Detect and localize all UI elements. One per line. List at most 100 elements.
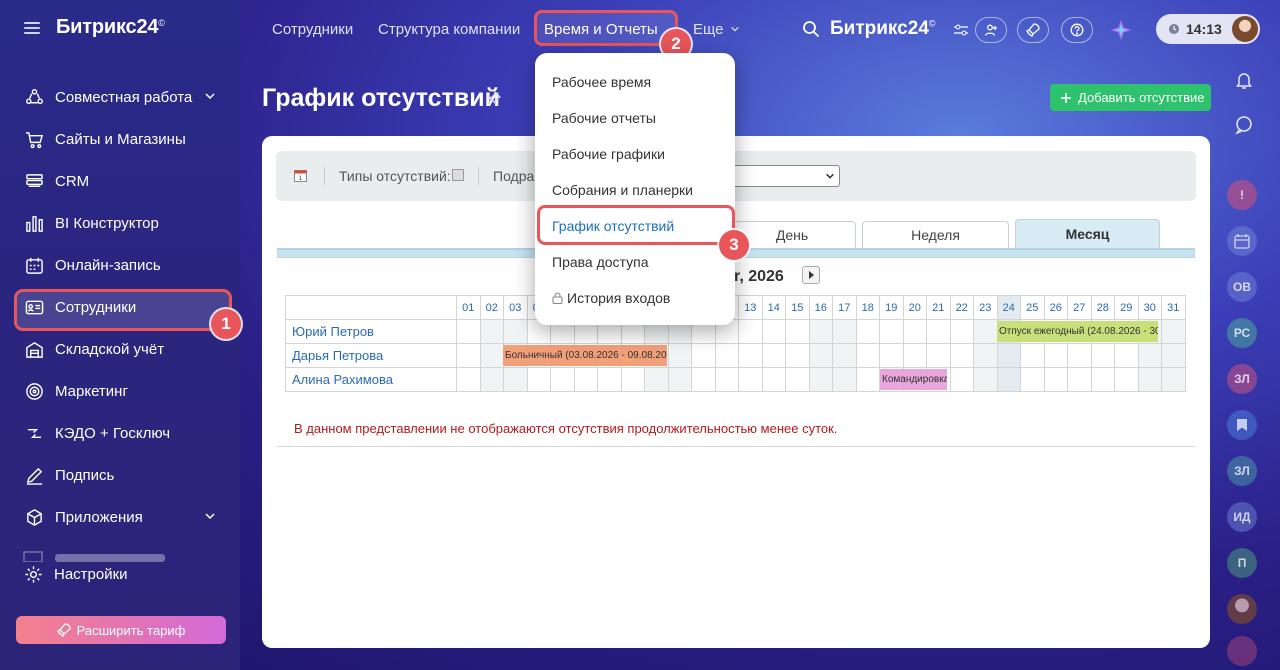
absence-types-checkbox[interactable] (452, 169, 464, 181)
day-cell[interactable] (926, 343, 951, 368)
upgrade-plan-button[interactable]: Расширить тариф (16, 616, 226, 644)
rail-avatar-photo[interactable] (1227, 594, 1257, 624)
rail-calendar-icon[interactable] (1227, 226, 1257, 256)
sidebar-item-kedo[interactable]: КЭДО + Госключ (0, 412, 240, 454)
menu-item-absence-chart[interactable]: График отсутствий (552, 218, 674, 234)
day-cell[interactable] (456, 319, 481, 344)
day-cell[interactable] (996, 367, 1021, 392)
day-cell[interactable] (1161, 367, 1186, 392)
sidebar-item-marketing[interactable]: Маркетинг (0, 370, 240, 412)
sidebar-item-warehouse[interactable]: Складской учёт (0, 328, 240, 370)
day-cell[interactable] (1043, 343, 1068, 368)
calendar-picker-icon[interactable]: 1 (294, 169, 307, 182)
invite-user-button[interactable] (975, 17, 1007, 43)
menu-item-work-schedules[interactable]: Рабочие графики (552, 146, 665, 162)
day-cell[interactable] (691, 343, 716, 368)
day-cell[interactable] (738, 319, 763, 344)
event-sick-leave[interactable]: Больничный (03.08.2026 - 09.08.202 (503, 345, 667, 366)
day-cell[interactable] (785, 319, 810, 344)
day-cell[interactable] (597, 367, 622, 392)
day-cell[interactable] (1067, 367, 1092, 392)
rail-avatar-zl[interactable]: ЗЛ (1227, 364, 1257, 394)
day-cell[interactable] (526, 367, 551, 392)
hamburger-menu-icon[interactable] (24, 21, 40, 34)
day-cell[interactable] (808, 367, 833, 392)
rail-bookmark-icon[interactable] (1227, 410, 1257, 440)
day-cell[interactable] (879, 319, 904, 344)
day-cell[interactable] (902, 343, 927, 368)
day-cell[interactable] (573, 367, 598, 392)
department-select[interactable] (726, 165, 840, 187)
sidebar-item-bi[interactable]: BI Конструктор (0, 202, 240, 244)
day-cell[interactable] (996, 343, 1021, 368)
pin-icon[interactable] (487, 91, 501, 105)
menu-item-work-time[interactable]: Рабочее время (552, 74, 651, 90)
day-cell[interactable] (761, 319, 786, 344)
day-cell[interactable] (479, 367, 504, 392)
day-cell[interactable] (714, 367, 739, 392)
day-cell[interactable] (926, 319, 951, 344)
day-cell[interactable] (1114, 367, 1139, 392)
tune-icon[interactable] (953, 22, 969, 38)
day-cell[interactable] (479, 319, 504, 344)
sidebar-item-crm[interactable]: CRM (0, 160, 240, 202)
day-cell[interactable] (832, 319, 857, 344)
day-cell[interactable] (808, 319, 833, 344)
day-cell[interactable] (808, 343, 833, 368)
day-cell[interactable] (667, 367, 692, 392)
search-icon[interactable] (802, 20, 820, 38)
employee-name[interactable]: Алина Рахимова (285, 367, 457, 392)
tab-month[interactable]: Месяц (1015, 219, 1160, 248)
day-cell[interactable] (973, 343, 998, 368)
day-cell[interactable] (1137, 343, 1162, 368)
employee-name[interactable]: Дарья Петрова (285, 343, 457, 368)
logo[interactable]: Битрикс24© (56, 16, 165, 39)
employee-name[interactable]: Юрий Петров (285, 319, 457, 344)
day-cell[interactable] (973, 319, 998, 344)
rail-avatar-zl-2[interactable]: ЗЛ (1227, 456, 1257, 486)
day-cell[interactable] (1020, 343, 1045, 368)
nav-structure[interactable]: Структура компании (378, 21, 520, 38)
day-cell[interactable] (691, 367, 716, 392)
menu-item-work-reports[interactable]: Рабочие отчеты (552, 110, 656, 126)
event-vacation[interactable]: Отпуск ежегодный (24.08.2026 - 30. (997, 321, 1158, 342)
nav-more[interactable]: Еще (693, 21, 740, 38)
day-cell[interactable] (785, 343, 810, 368)
day-cell[interactable] (1161, 343, 1186, 368)
day-cell[interactable] (503, 319, 528, 344)
nav-employees[interactable]: Сотрудники (272, 21, 353, 38)
tab-week[interactable]: Неделя (862, 221, 1009, 248)
day-cell[interactable] (1161, 319, 1186, 344)
day-cell[interactable] (785, 367, 810, 392)
day-cell[interactable] (738, 343, 763, 368)
day-cell[interactable] (456, 367, 481, 392)
sidebar-item-apps[interactable]: Приложения (0, 496, 240, 538)
sidebar-item-employees[interactable]: Сотрудники (0, 286, 240, 331)
day-cell[interactable] (479, 343, 504, 368)
day-cell[interactable] (714, 343, 739, 368)
day-cell[interactable] (644, 367, 669, 392)
rail-item-bottom[interactable] (1227, 636, 1257, 666)
day-cell[interactable] (1020, 367, 1045, 392)
day-cell[interactable] (761, 343, 786, 368)
add-absence-button[interactable]: Добавить отсутствие (1050, 84, 1211, 111)
brand-logo[interactable]: Битрикс24© (830, 18, 936, 40)
chat-search-icon[interactable] (1234, 115, 1254, 135)
nav-time-reports[interactable]: Время и Отчеты (544, 21, 658, 38)
sidebar-item-sign[interactable]: Подпись (0, 454, 240, 496)
menu-item-meetings[interactable]: Собрания и планерки (552, 182, 693, 198)
event-business-trip[interactable]: Командировка (880, 369, 947, 390)
day-cell[interactable] (503, 367, 528, 392)
menu-item-login-history[interactable]: История входов (552, 290, 670, 306)
day-cell[interactable] (902, 319, 927, 344)
rail-avatar-rs[interactable]: РС (1227, 318, 1257, 348)
day-cell[interactable] (1090, 343, 1115, 368)
day-cell[interactable] (620, 367, 645, 392)
day-cell[interactable] (1137, 367, 1162, 392)
day-cell[interactable] (550, 367, 575, 392)
rail-avatar-id[interactable]: ИД (1227, 502, 1257, 532)
day-cell[interactable] (456, 343, 481, 368)
day-cell[interactable] (1090, 367, 1115, 392)
day-cell[interactable] (949, 367, 974, 392)
day-cell[interactable] (832, 343, 857, 368)
